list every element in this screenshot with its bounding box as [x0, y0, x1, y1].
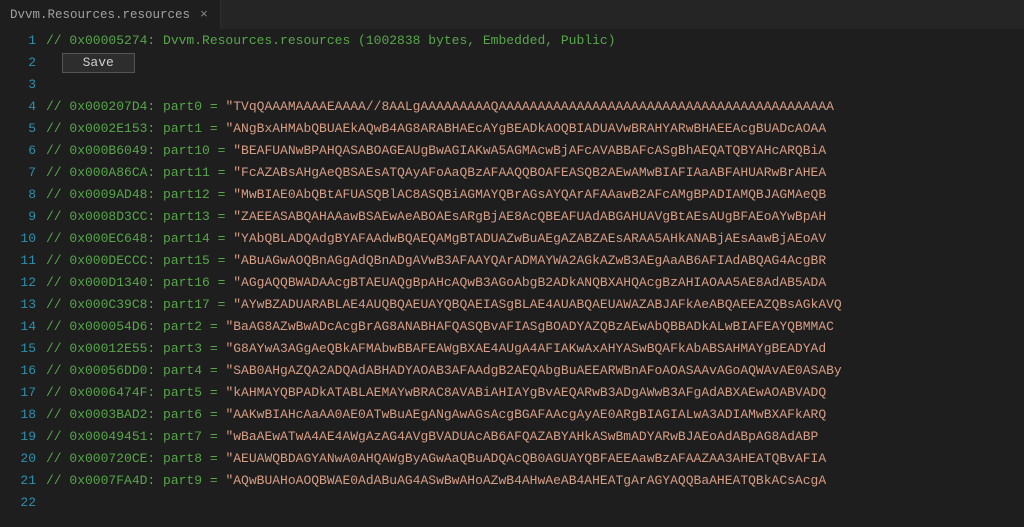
string-literal: "AGgAQQBWADAAcgBTAEUAQgBpAHcAQwB3AGoAbgB…	[233, 275, 826, 290]
string-literal: "ANgBxAHMAbQBUAEkAQwB4AG8ARABHAEcAYgBEAD…	[225, 121, 826, 136]
code-line: // 0x0008D3CC: part13 = "ZAEEASABQAHAAaw…	[46, 206, 1024, 228]
comment-text: // 0x00049451: part7 =	[46, 429, 225, 444]
comment-text: // 0x0007FA4D: part9 =	[46, 473, 225, 488]
string-literal: "AYwBZADUARABLAE4AUQBQAEUAYQBQAEIASgBLAE…	[233, 297, 842, 312]
line-number: 15	[0, 338, 36, 360]
string-literal: "BEAFUANwBPAHQASABOAGEAUgBwAGIAKwA5AGMAc…	[233, 143, 826, 158]
line-number: 6	[0, 140, 36, 162]
line-number: 8	[0, 184, 36, 206]
comment-text: // 0x000D1340: part16 =	[46, 275, 233, 290]
code-line	[46, 74, 1024, 96]
editor-tab[interactable]: Dvvm.Resources.resources ×	[0, 0, 221, 29]
comment-text: // 0x000EC648: part14 =	[46, 231, 233, 246]
line-number: 4	[0, 96, 36, 118]
line-number: 17	[0, 382, 36, 404]
code-line: // 0x00049451: part7 = "wBaAEwATwA4AE4AW…	[46, 426, 1024, 448]
comment-text: // 0x000C39C8: part17 =	[46, 297, 233, 312]
line-number: 16	[0, 360, 36, 382]
string-literal: "YAbQBLADQAdgBYAFAAdwBQAEQAMgBTADUAZwBuA…	[233, 231, 826, 246]
code-line: // 0x000A86CA: part11 = "FcAZABsAHgAeQBS…	[46, 162, 1024, 184]
string-literal: "AEUAWQBDAGYANwA0AHQAWgByAGwAaQBuADQAcQB…	[225, 451, 826, 466]
line-number: 12	[0, 272, 36, 294]
string-literal: "AAKwBIAHcAaAA0AE0ATwBuAEgANgAwAGsAcgBGA…	[225, 407, 826, 422]
line-number: 11	[0, 250, 36, 272]
line-number: 10	[0, 228, 36, 250]
code-line: // 0x000207D4: part0 = "TVqQAAAMAAAAEAAA…	[46, 96, 1024, 118]
line-number: 7	[0, 162, 36, 184]
string-literal: "wBaAEwATwA4AE4AWgAzAG4AVgBVADUAcAB6AFQA…	[225, 429, 818, 444]
comment-text: // 0x0008D3CC: part13 =	[46, 209, 233, 224]
comment-text: // 0x000A86CA: part11 =	[46, 165, 233, 180]
comment-text: // 0x0002E153: part1 =	[46, 121, 225, 136]
string-literal: "AQwBUAHoAOQBWAE0AdABuAG4ASwBwAHoAZwB4AH…	[225, 473, 826, 488]
comment-text: // 0x000DECCC: part15 =	[46, 253, 233, 268]
code-line: // 0x0006474F: part5 = "kAHMAYQBPADkATAB…	[46, 382, 1024, 404]
string-literal: "G8AYwA3AGgAeQBkAFMAbwBBAFEAWgBXAE4AUgA4…	[225, 341, 826, 356]
string-literal: "BaAG8AZwBwADcAcgBrAG8ANABHAFQASQBvAFIAS…	[225, 319, 834, 334]
string-literal: "MwBIAE0AbQBtAFUASQBlAC8ASQBiAGMAYQBrAGs…	[233, 187, 826, 202]
code-editor: 12345678910111213141516171819202122 // 0…	[0, 30, 1024, 527]
code-line: // 0x0003BAD2: part6 = "AAKwBIAHcAaAA0AE…	[46, 404, 1024, 426]
string-literal: "ABuAGwAOQBnAGgAdQBnADgAVwB3AFAAYQArADMA…	[233, 253, 826, 268]
code-line: // 0x0009AD48: part12 = "MwBIAE0AbQBtAFU…	[46, 184, 1024, 206]
tab-title: Dvvm.Resources.resources	[10, 8, 190, 22]
comment-text: // 0x000720CE: part8 =	[46, 451, 225, 466]
tab-bar: Dvvm.Resources.resources ×	[0, 0, 1024, 30]
string-literal: "ZAEEASABQAHAAawBSAEwAeABOAEsARgBjAE8AcQ…	[233, 209, 826, 224]
line-number: 1	[0, 30, 36, 52]
comment-text: // 0x000B6049: part10 =	[46, 143, 233, 158]
comment-text: // 0x0009AD48: part12 =	[46, 187, 233, 202]
line-number-gutter: 12345678910111213141516171819202122	[0, 30, 46, 527]
line-number: 13	[0, 294, 36, 316]
comment-text: // 0x00056DD0: part4 =	[46, 363, 225, 378]
line-number: 22	[0, 492, 36, 514]
line-number: 5	[0, 118, 36, 140]
comment-text: // 0x000207D4: part0 =	[46, 99, 225, 114]
code-line	[46, 492, 1024, 514]
code-line: // 0x0002E153: part1 = "ANgBxAHMAbQBUAEk…	[46, 118, 1024, 140]
string-literal: "kAHMAYQBPADkATABLAEMAYwBRAC8AVABiAHIAYg…	[225, 385, 826, 400]
line-number: 19	[0, 426, 36, 448]
code-line: // 0x000720CE: part8 = "AEUAWQBDAGYANwA0…	[46, 448, 1024, 470]
comment-text: // 0x00012E55: part3 =	[46, 341, 225, 356]
code-line: // 0x000DECCC: part15 = "ABuAGwAOQBnAGgA…	[46, 250, 1024, 272]
code-area[interactable]: // 0x00005274: Dvvm.Resources.resources …	[46, 30, 1024, 527]
string-literal: "SAB0AHgAZQA2ADQAdABHADYAOAB3AFAAdgB2AEQ…	[225, 363, 841, 378]
code-line: // 0x00005274: Dvvm.Resources.resources …	[46, 30, 1024, 52]
string-literal: "FcAZABsAHgAeQBSAEsATQAyAFoAaQBzAFAAQQBO…	[233, 165, 826, 180]
comment-text: // 0x000054D6: part2 =	[46, 319, 225, 334]
code-line: // 0x0007FA4D: part9 = "AQwBUAHoAOQBWAE0…	[46, 470, 1024, 492]
line-number: 14	[0, 316, 36, 338]
code-line: // 0x000D1340: part16 = "AGgAQQBWADAAcgB…	[46, 272, 1024, 294]
code-line: // 0x000B6049: part10 = "BEAFUANwBPAHQAS…	[46, 140, 1024, 162]
line-number: 21	[0, 470, 36, 492]
line-number: 3	[0, 74, 36, 96]
line-number: 9	[0, 206, 36, 228]
line-number: 18	[0, 404, 36, 426]
comment-text: // 0x00005274: Dvvm.Resources.resources …	[46, 33, 616, 48]
code-line: // 0x000EC648: part14 = "YAbQBLADQAdgBYA…	[46, 228, 1024, 250]
save-button[interactable]: Save	[62, 53, 135, 73]
code-line: // 0x00056DD0: part4 = "SAB0AHgAZQA2ADQA…	[46, 360, 1024, 382]
code-line: // 0x000C39C8: part17 = "AYwBZADUARABLAE…	[46, 294, 1024, 316]
comment-text: // 0x0006474F: part5 =	[46, 385, 225, 400]
string-literal: "TVqQAAAMAAAAEAAAA//8AALgAAAAAAAAAQAAAAA…	[225, 99, 834, 114]
code-line: Save	[46, 52, 1024, 74]
close-icon[interactable]: ×	[198, 7, 210, 22]
code-line: // 0x000054D6: part2 = "BaAG8AZwBwADcAcg…	[46, 316, 1024, 338]
line-number: 20	[0, 448, 36, 470]
line-number: 2	[0, 52, 36, 74]
comment-text: // 0x0003BAD2: part6 =	[46, 407, 225, 422]
code-line: // 0x00012E55: part3 = "G8AYwA3AGgAeQBkA…	[46, 338, 1024, 360]
